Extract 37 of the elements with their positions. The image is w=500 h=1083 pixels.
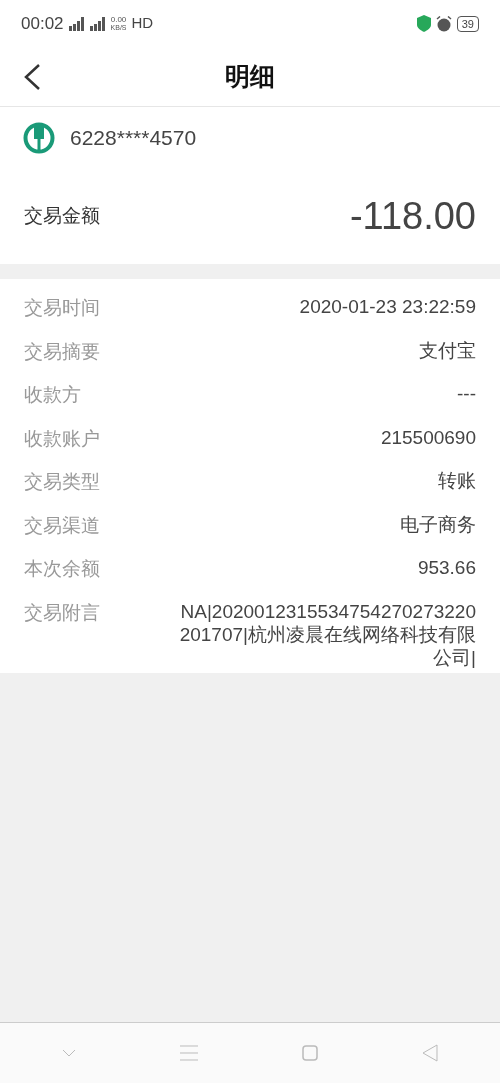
detail-label: 交易时间	[24, 296, 100, 320]
detail-value: 2020-01-23 23:22:59	[299, 295, 476, 318]
back-icon	[22, 63, 42, 91]
page-title: 明细	[225, 60, 275, 92]
chevron-down-icon[interactable]	[62, 1049, 76, 1057]
clock-time: 00:02	[21, 12, 64, 35]
detail-value: 电子商务	[400, 512, 476, 536]
bank-logo-icon	[23, 122, 55, 154]
detail-value: ---	[457, 382, 476, 405]
detail-label: 交易附言	[24, 600, 100, 625]
back-triangle-icon[interactable]	[422, 1044, 438, 1062]
detail-label: 本次余额	[24, 557, 100, 581]
amount-label: 交易金额	[24, 204, 100, 229]
detail-value: 953.66	[417, 556, 476, 579]
amount-value: -118.00	[349, 194, 476, 239]
shield-icon	[416, 15, 431, 32]
detail-value: 转账	[438, 469, 476, 492]
detail-value: 201707|杭州凌晨在线网络科技有限	[179, 622, 476, 646]
detail-label: 交易摘要	[24, 339, 100, 364]
hd-label: HD	[131, 13, 154, 34]
detail-value: 支付宝	[419, 338, 476, 362]
detail-label: 交易渠道	[24, 513, 100, 538]
detail-label: 收款账户	[24, 426, 100, 451]
card-number: 6228****4570	[70, 125, 197, 152]
signal-icon	[89, 16, 106, 31]
detail-label: 收款方	[24, 383, 81, 407]
detail-label: 交易类型	[24, 470, 100, 494]
signal-icon	[68, 16, 85, 31]
detail-value: NA|2020012315534754270273220	[180, 599, 476, 623]
menu-icon[interactable]	[180, 1045, 198, 1061]
speed-value: 0.00	[110, 15, 127, 24]
back-button[interactable]	[22, 63, 42, 91]
detail-value: 215500690	[380, 425, 476, 449]
detail-value: 公司|	[433, 645, 476, 669]
battery-indicator: 39	[456, 15, 479, 32]
home-icon[interactable]	[302, 1045, 318, 1061]
alarm-icon	[435, 15, 452, 32]
